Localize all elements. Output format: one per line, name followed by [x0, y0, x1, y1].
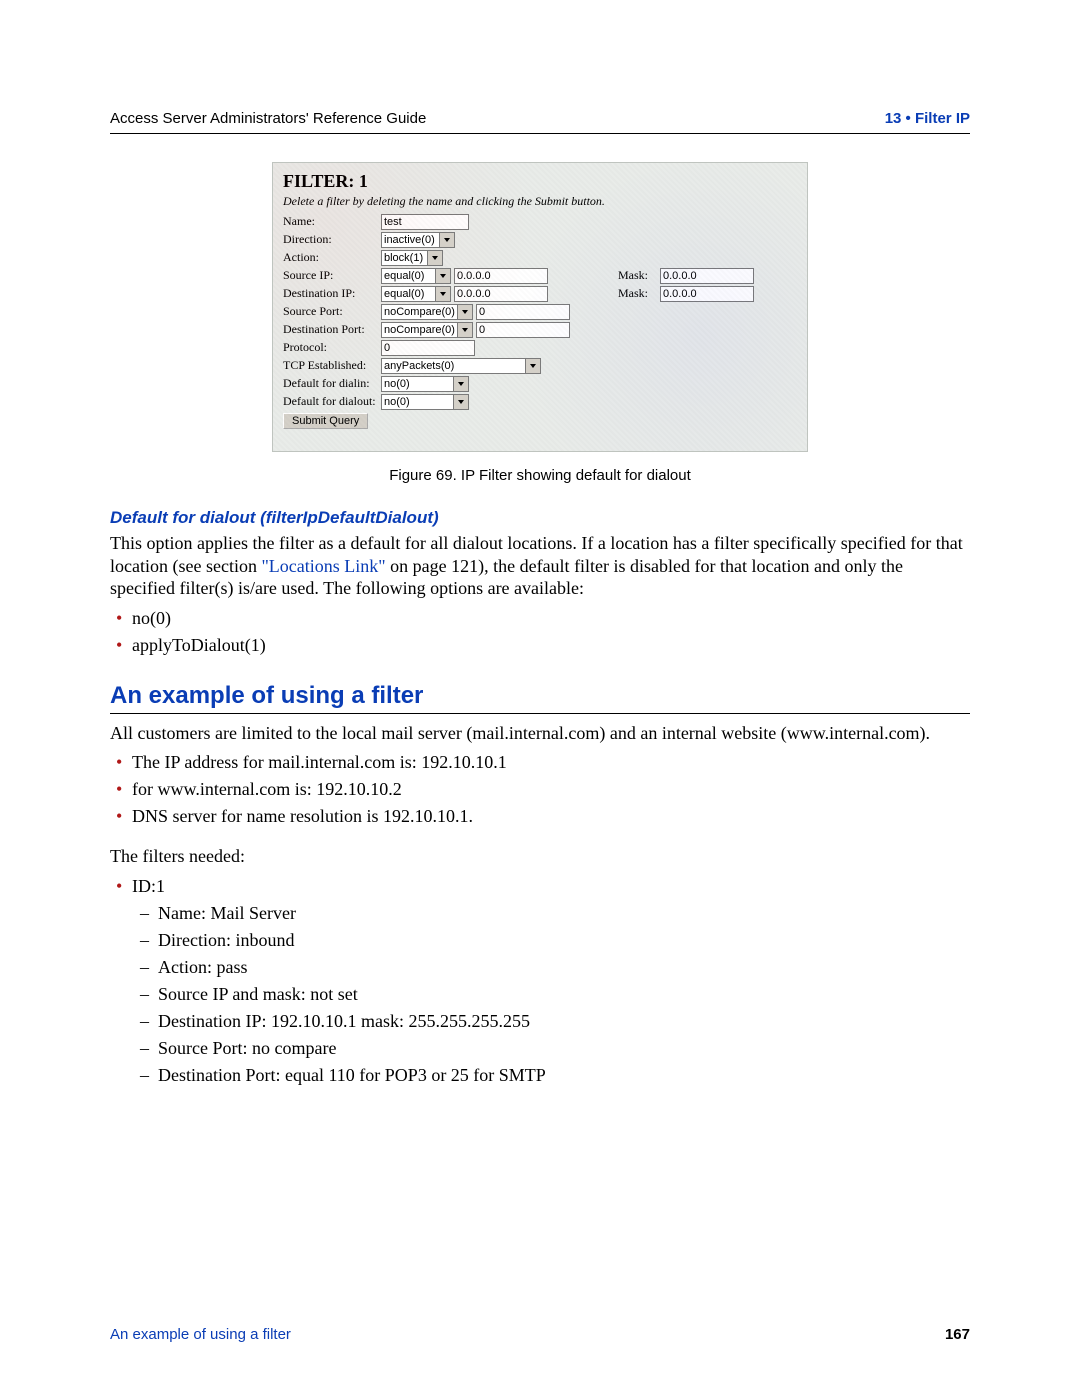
filters-needed-label: The filters needed:: [110, 845, 970, 868]
list-item: Name: Mail Server: [158, 903, 970, 924]
section-heading: An example of using a filter: [110, 682, 970, 714]
srcport-op-select[interactable]: noCompare(0): [381, 304, 473, 320]
figure-caption: Figure 69. IP Filter showing default for…: [110, 467, 970, 484]
page: Access Server Administrators' Reference …: [0, 0, 1080, 1397]
list-item: for www.internal.com is: 192.10.10.2: [132, 779, 970, 800]
form-title: FILTER: 1: [283, 171, 797, 192]
protocol-label: Protocol:: [283, 340, 381, 355]
default-dialin-label: Default for dialin:: [283, 376, 381, 391]
action-label: Action:: [283, 250, 381, 265]
locations-link-xref[interactable]: "Locations Link": [261, 556, 385, 576]
dstip-mask-input[interactable]: 0.0.0.0: [660, 286, 754, 302]
list-item: Destination IP: 192.10.10.1 mask: 255.25…: [158, 1011, 970, 1032]
section-paragraph: All customers are limited to the local m…: [110, 722, 970, 745]
direction-select[interactable]: inactive(0): [381, 232, 455, 248]
dstport-op-select[interactable]: noCompare(0): [381, 322, 473, 338]
default-dialout-select[interactable]: no(0): [381, 394, 469, 410]
srcip-mask-label: Mask:: [618, 268, 660, 283]
tcp-established-select[interactable]: anyPackets(0): [381, 358, 541, 374]
srcport-label: Source Port:: [283, 304, 381, 319]
list-item: Destination Port: equal 110 for POP3 or …: [158, 1065, 970, 1086]
dstip-input[interactable]: 0.0.0.0: [454, 286, 548, 302]
default-dialout-label: Default for dialout:: [283, 394, 381, 409]
list-item: no(0): [132, 608, 970, 629]
name-label: Name:: [283, 214, 381, 229]
options-list: no(0) applyToDialout(1): [110, 608, 970, 656]
dstip-mask-label: Mask:: [618, 286, 660, 301]
page-footer: An example of using a filter 167: [110, 1326, 970, 1343]
list-item: Action: pass: [158, 957, 970, 978]
chevron-down-icon: [525, 359, 540, 373]
list-item: DNS server for name resolution is 192.10…: [132, 806, 970, 827]
srcip-label: Source IP:: [283, 268, 381, 283]
srcip-input[interactable]: 0.0.0.0: [454, 268, 548, 284]
subsection-heading: Default for dialout (filterIpDefaultDial…: [110, 508, 970, 528]
srcip-mask-input[interactable]: 0.0.0.0: [660, 268, 754, 284]
chevron-down-icon: [427, 251, 442, 265]
chevron-down-icon: [457, 305, 472, 319]
dstport-label: Destination Port:: [283, 322, 381, 337]
dstip-op-select[interactable]: equal(0): [381, 286, 451, 302]
submit-query-button[interactable]: Submit Query: [283, 413, 368, 429]
figure-container: FILTER: 1 Delete a filter by deleting th…: [110, 162, 970, 457]
filter-form-screenshot: FILTER: 1 Delete a filter by deleting th…: [272, 162, 808, 452]
list-item: ID:1 Name: Mail Server Direction: inboun…: [132, 876, 970, 1086]
chevron-down-icon: [453, 377, 468, 391]
protocol-input[interactable]: 0: [381, 340, 475, 356]
tcp-established-label: TCP Established:: [283, 358, 381, 373]
subsection-paragraph: This option applies the filter as a defa…: [110, 532, 970, 600]
chevron-down-icon: [453, 395, 468, 409]
filters-list: ID:1 Name: Mail Server Direction: inboun…: [110, 876, 970, 1086]
srcport-input[interactable]: 0: [476, 304, 570, 320]
address-list: The IP address for mail.internal.com is:…: [110, 752, 970, 827]
list-item: Direction: inbound: [158, 930, 970, 951]
page-number: 167: [945, 1326, 970, 1343]
form-subtitle: Delete a filter by deleting the name and…: [283, 194, 797, 209]
chevron-down-icon: [435, 287, 450, 301]
dstip-label: Destination IP:: [283, 286, 381, 301]
filter1-details: Name: Mail Server Direction: inbound Act…: [132, 903, 970, 1086]
dstport-input[interactable]: 0: [476, 322, 570, 338]
direction-label: Direction:: [283, 232, 381, 247]
name-input[interactable]: test: [381, 214, 469, 230]
chevron-down-icon: [457, 323, 472, 337]
list-item: applyToDialout(1): [132, 635, 970, 656]
default-dialin-select[interactable]: no(0): [381, 376, 469, 392]
header-doc-title: Access Server Administrators' Reference …: [110, 110, 426, 127]
action-select[interactable]: block(1): [381, 250, 443, 266]
chevron-down-icon: [439, 233, 454, 247]
header-chapter: 13 • Filter IP: [885, 110, 970, 127]
footer-section-name: An example of using a filter: [110, 1326, 291, 1343]
list-item: Source Port: no compare: [158, 1038, 970, 1059]
chevron-down-icon: [435, 269, 450, 283]
list-item: Source IP and mask: not set: [158, 984, 970, 1005]
page-header: Access Server Administrators' Reference …: [110, 110, 970, 134]
srcip-op-select[interactable]: equal(0): [381, 268, 451, 284]
list-item: The IP address for mail.internal.com is:…: [132, 752, 970, 773]
